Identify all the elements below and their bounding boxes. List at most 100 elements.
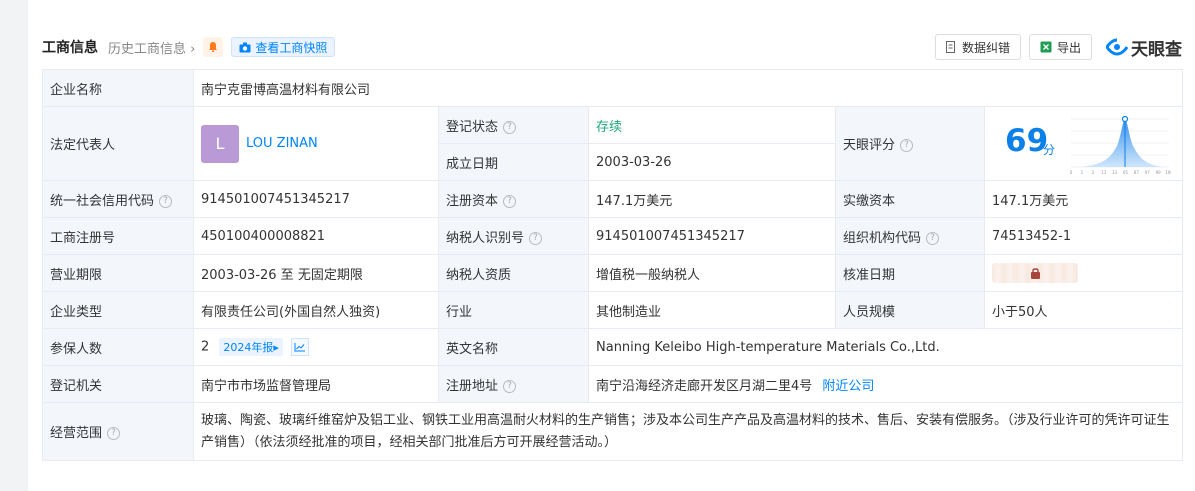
- correct-button[interactable]: 数据纠错: [934, 34, 1021, 60]
- credit-code: 914501007451345217: [193, 180, 439, 218]
- staff: 小于50人: [983, 291, 1184, 329]
- company-type: 有限责任公司(外国自然人独资): [193, 291, 439, 329]
- score-label-cell: 天眼评分?: [835, 106, 985, 181]
- bell-icon[interactable]: [203, 37, 224, 57]
- taxpayer-id-label: 纳税人识别号: [446, 230, 525, 246]
- authority: 南宁市市场监督管理局: [193, 365, 439, 403]
- score-tick-label: 65: [1123, 170, 1129, 175]
- snapshot-label: 查看工商快照: [255, 40, 328, 55]
- help-icon[interactable]: ?: [503, 120, 517, 134]
- authority-label: 登记机关: [42, 365, 194, 403]
- lock-icon: [1030, 268, 1040, 279]
- nearby-companies-link[interactable]: 附近公司: [822, 379, 874, 394]
- paid-capital-label: 实缴资本: [835, 180, 985, 218]
- scope-label: 经营范围: [50, 426, 103, 441]
- score-unit: 分: [1043, 143, 1056, 157]
- history-label: 历史工商信息: [108, 41, 187, 57]
- type-label: 企业类型: [42, 291, 194, 329]
- locked-value[interactable]: [992, 263, 1078, 283]
- help-icon[interactable]: ?: [159, 194, 173, 208]
- business-info-panel: 工商信息 历史工商信息 › 查看工商快照 数据纠错 导出 天眼查 企业名称 南宁…: [28, 0, 1195, 491]
- snapshot-button[interactable]: 查看工商快照: [231, 37, 336, 57]
- taxpayer-qual: 增值税一般纳税人: [588, 254, 836, 292]
- credit-code-label: 统一社会信用代码: [50, 193, 155, 209]
- reg-status: 存续: [588, 106, 836, 144]
- business-scope: 玻璃、陶瓷、玻璃纤维窑炉及铝工业、钢铁工业用高温耐火材料的生产销售；涉及本公司生…: [192, 402, 1184, 461]
- score-tick-label: 99: [1156, 170, 1162, 175]
- avatar[interactable]: L: [201, 124, 239, 163]
- taxpayer-qual-label: 纳税人资质: [438, 254, 589, 292]
- annual-report-badge[interactable]: 2024年报▸: [219, 338, 283, 356]
- logo-text: 天眼查: [1131, 39, 1182, 60]
- en-name-label: 英文名称: [438, 328, 589, 366]
- insured-label: 参保人数: [42, 328, 194, 366]
- en-name: Nanning Keleibo High-temperature Materia…: [587, 328, 1184, 366]
- help-icon[interactable]: ?: [529, 231, 543, 245]
- trend-chart-icon[interactable]: [291, 338, 310, 356]
- section-title: 工商信息: [42, 40, 98, 56]
- staff-label: 人员规模: [835, 291, 985, 329]
- org-code-label-cell: 组织机构代码?: [835, 217, 985, 255]
- score-cell[interactable]: 69 分 013133365879799100: [983, 106, 1184, 181]
- scope-label-cell: 经营范围?: [42, 402, 194, 461]
- score-tick-label: 87: [1134, 170, 1140, 175]
- insured-count: 2: [201, 339, 210, 355]
- table-row: 登记机关 南宁市市场监督管理局 注册地址? 南宁沿海经济走廊开发区月湖二里4号 …: [42, 365, 1184, 403]
- approve-date-cell: [983, 254, 1184, 292]
- export-button[interactable]: 导出: [1028, 34, 1092, 60]
- credit-code-label-cell: 统一社会信用代码?: [42, 180, 194, 218]
- score-tick-label: 0: [1070, 170, 1073, 175]
- reg-capital-label-cell: 注册资本?: [438, 180, 589, 218]
- company-name: 南宁克雷博高温材料有限公司: [192, 69, 1184, 107]
- term-label: 营业期限: [42, 254, 194, 292]
- history-link[interactable]: 历史工商信息 ›: [108, 38, 195, 57]
- address-label: 注册地址: [446, 378, 499, 394]
- est-date: 2003-03-26: [588, 143, 836, 181]
- reg-capital-label: 注册资本: [446, 193, 499, 209]
- org-code: 74513452-1: [983, 217, 1184, 255]
- score-tick-label: 97: [1145, 170, 1151, 175]
- legal-rep-cell: L LOU ZINAN: [193, 106, 439, 181]
- chevron-right-icon: ›: [190, 41, 196, 57]
- table-row: 企业类型 有限责任公司(外国自然人独资) 行业 其他制造业 人员规模 小于50人: [42, 291, 1184, 329]
- score-tick-label: 13: [1101, 170, 1107, 175]
- legal-rep-link[interactable]: LOU ZINAN: [246, 136, 318, 151]
- business-info-table: 企业名称 南宁克雷博高温材料有限公司 法定代表人 L LOU ZINAN 登记状…: [42, 69, 1184, 461]
- table-row: 工商注册号 450100400008821 纳税人识别号? 9145010074…: [42, 217, 1184, 255]
- legal-rep-label: 法定代表人: [42, 106, 194, 181]
- taxpayer-id-label-cell: 纳税人识别号?: [438, 217, 589, 255]
- address-cell: 南宁沿海经济走廊开发区月湖二里4号 附近公司: [587, 365, 1184, 403]
- industry: 其他制造业: [588, 291, 836, 329]
- company-name-label: 企业名称: [42, 69, 194, 107]
- help-icon[interactable]: ?: [503, 194, 517, 208]
- header-actions: 数据纠错 导出 天眼查: [934, 34, 1182, 60]
- score-value: 69: [1005, 123, 1049, 159]
- eye-logo-icon: [1106, 38, 1128, 56]
- score-tick-label: 1: [1081, 170, 1084, 175]
- reg-no-label: 工商注册号: [42, 217, 194, 255]
- score-tick-label: 3: [1092, 170, 1095, 175]
- insured-cell: 2 2024年报▸: [193, 328, 439, 366]
- address-label-cell: 注册地址?: [438, 365, 589, 403]
- industry-label: 行业: [438, 291, 589, 329]
- table-row: 营业期限 2003-03-26 至 无固定期限 纳税人资质 增值税一般纳税人 核…: [42, 254, 1184, 292]
- section-header: 工商信息 历史工商信息 › 查看工商快照 数据纠错 导出 天眼查: [42, 34, 1182, 60]
- taxpayer-id: 914501007451345217: [588, 217, 836, 255]
- help-icon[interactable]: ?: [107, 427, 121, 440]
- help-icon[interactable]: ?: [926, 231, 940, 245]
- table-row: 经营范围? 玻璃、陶瓷、玻璃纤维窑炉及铝工业、钢铁工业用高温耐火材料的生产销售；…: [42, 402, 1184, 461]
- term: 2003-03-26 至 无固定期限: [193, 254, 439, 292]
- table-row: 参保人数 2 2024年报▸ 英文名称 Nanning Keleibo High…: [42, 328, 1184, 366]
- est-date-label: 成立日期: [438, 143, 589, 181]
- address: 南宁沿海经济走廊开发区月湖二里4号: [596, 378, 813, 394]
- table-row: 法定代表人 L LOU ZINAN 登记状态? 存续 天眼评分? 69 分 0 …: [42, 106, 1184, 181]
- help-icon[interactable]: ?: [900, 139, 914, 152]
- org-code-label: 组织机构代码: [843, 230, 922, 246]
- correct-label: 数据纠错: [961, 40, 1010, 55]
- help-icon[interactable]: ?: [503, 379, 517, 393]
- tianyancha-logo: 天眼查: [1106, 35, 1182, 60]
- reg-status-label-cell: 登记状态?: [438, 106, 589, 144]
- score-tick-label: 33: [1112, 170, 1118, 175]
- score-label: 天眼评分: [843, 138, 896, 153]
- reg-capital: 147.1万美元: [588, 180, 836, 218]
